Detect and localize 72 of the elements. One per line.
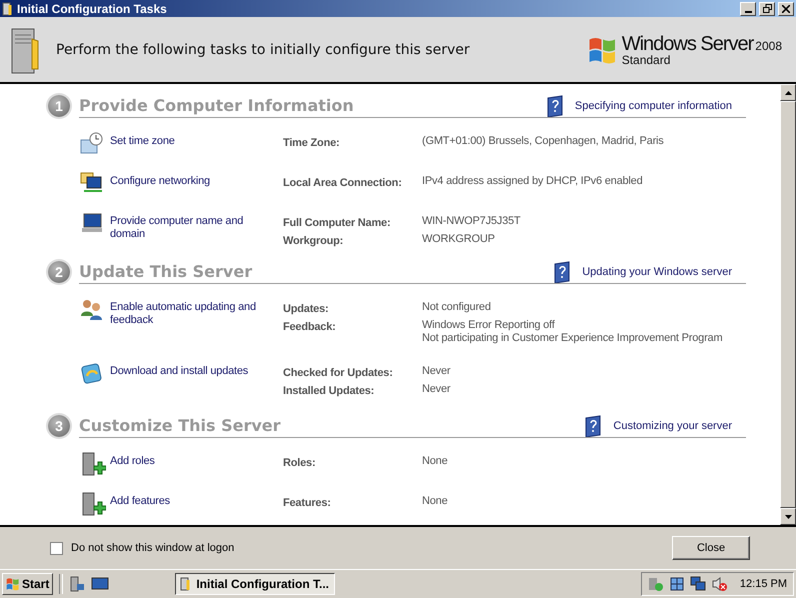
- detail-value: WIN-NWOP7J5J35T: [422, 215, 522, 228]
- detail-value: Never: [422, 383, 452, 396]
- minimize-icon: [744, 10, 752, 12]
- start-button[interactable]: Start: [2, 573, 54, 595]
- task-link[interactable]: Add roles: [110, 450, 260, 468]
- network-icon[interactable]: [690, 576, 706, 592]
- users-icon: [80, 298, 104, 322]
- detail-value: Not configured: [422, 301, 492, 314]
- header-text: Perform the following tasks to initially configure this server: [56, 42, 471, 58]
- detail-value: Never: [422, 365, 452, 378]
- task-link[interactable]: Set time zone: [110, 130, 260, 148]
- step-number: 2: [48, 261, 70, 283]
- detail-value: WORKGROUP: [422, 233, 496, 246]
- detail-label: Local Area Connection:: [283, 176, 403, 191]
- step-number: 3: [48, 415, 70, 437]
- task-link[interactable]: Add features: [110, 490, 260, 508]
- help-link[interactable]: Updating your Windows server: [554, 260, 732, 282]
- windows-flag-icon: [6, 577, 20, 591]
- detail-label: Roles:: [283, 456, 316, 471]
- logon-checkbox[interactable]: [50, 542, 63, 554]
- muted-speaker-icon[interactable]: [710, 576, 727, 592]
- detail-value: IPv4 address assigned by DHCP, IPv6 enabled: [422, 175, 644, 188]
- server-add-icon: [80, 452, 106, 478]
- detail-label: Time Zone:: [283, 136, 340, 151]
- detail-label: Checked for Updates:: [283, 366, 394, 381]
- help-book-icon: [585, 414, 604, 436]
- restore-button[interactable]: [759, 2, 775, 16]
- help-book-icon: [554, 260, 572, 282]
- scroll-up-icon: [784, 90, 792, 94]
- task-link[interactable]: Configure networking: [110, 170, 260, 188]
- detail-label: Feedback:: [283, 320, 337, 335]
- monitor-icon[interactable]: [91, 576, 110, 592]
- task-link[interactable]: Download and install updates: [110, 360, 260, 378]
- help-link[interactable]: Specifying computer information: [546, 94, 732, 116]
- detail-label: Updates:: [283, 302, 330, 317]
- detail-label: Full Computer Name:: [283, 216, 392, 231]
- close-button[interactable]: [778, 2, 794, 16]
- help-link[interactable]: Customizing your server: [585, 414, 732, 436]
- detail-value: Not participating in Customer Experience Improvement Program: [422, 332, 724, 345]
- section-title: Update This Server: [79, 262, 252, 281]
- section-title: Provide Computer Information: [79, 96, 354, 115]
- detail-label: Workgroup:: [283, 234, 344, 249]
- detail-value: Windows Error Reporting off: [422, 319, 556, 332]
- window-title: Initial Configuration Tasks: [17, 2, 168, 16]
- detail-label: Features:: [283, 496, 332, 511]
- grid-icon[interactable]: [668, 576, 685, 592]
- close-icon: [782, 4, 790, 12]
- computer-icon: [80, 212, 104, 234]
- detail-value: None: [422, 495, 448, 508]
- calendar-clock-icon: [80, 132, 104, 154]
- clock: 12:15 PM: [740, 578, 787, 590]
- restore-icon: [762, 4, 772, 13]
- step-number: 1: [48, 95, 70, 117]
- minimize-button[interactable]: [740, 2, 756, 16]
- logo-version: 2008: [755, 38, 782, 52]
- taskbar-window-button[interactable]: Initial Configuration T...: [175, 573, 336, 595]
- server-manager-icon[interactable]: [69, 576, 86, 592]
- detail-value: None: [422, 455, 448, 468]
- detail-value: (GMT+01:00) Brussels, Copenhagen, Madrid, Paris: [422, 135, 665, 148]
- task-link[interactable]: Enable automatic updating and feedback: [110, 296, 260, 327]
- logo-edition: Standard: [622, 52, 672, 66]
- server-add-icon: [80, 492, 106, 518]
- close-dialog-button[interactable]: Close: [672, 536, 750, 560]
- detail-label: Installed Updates:: [283, 384, 376, 399]
- network-icon: [80, 172, 104, 194]
- checkbox-label: Do not show this window at logon: [71, 542, 236, 554]
- task-link[interactable]: Provide computer name and domain: [110, 210, 260, 241]
- section-title: Customize This Server: [79, 416, 281, 435]
- scrollbar[interactable]: [780, 84, 796, 525]
- scroll-down-icon: [784, 514, 792, 518]
- help-book-icon: [546, 94, 565, 116]
- logo-text: Windows Server: [622, 32, 754, 55]
